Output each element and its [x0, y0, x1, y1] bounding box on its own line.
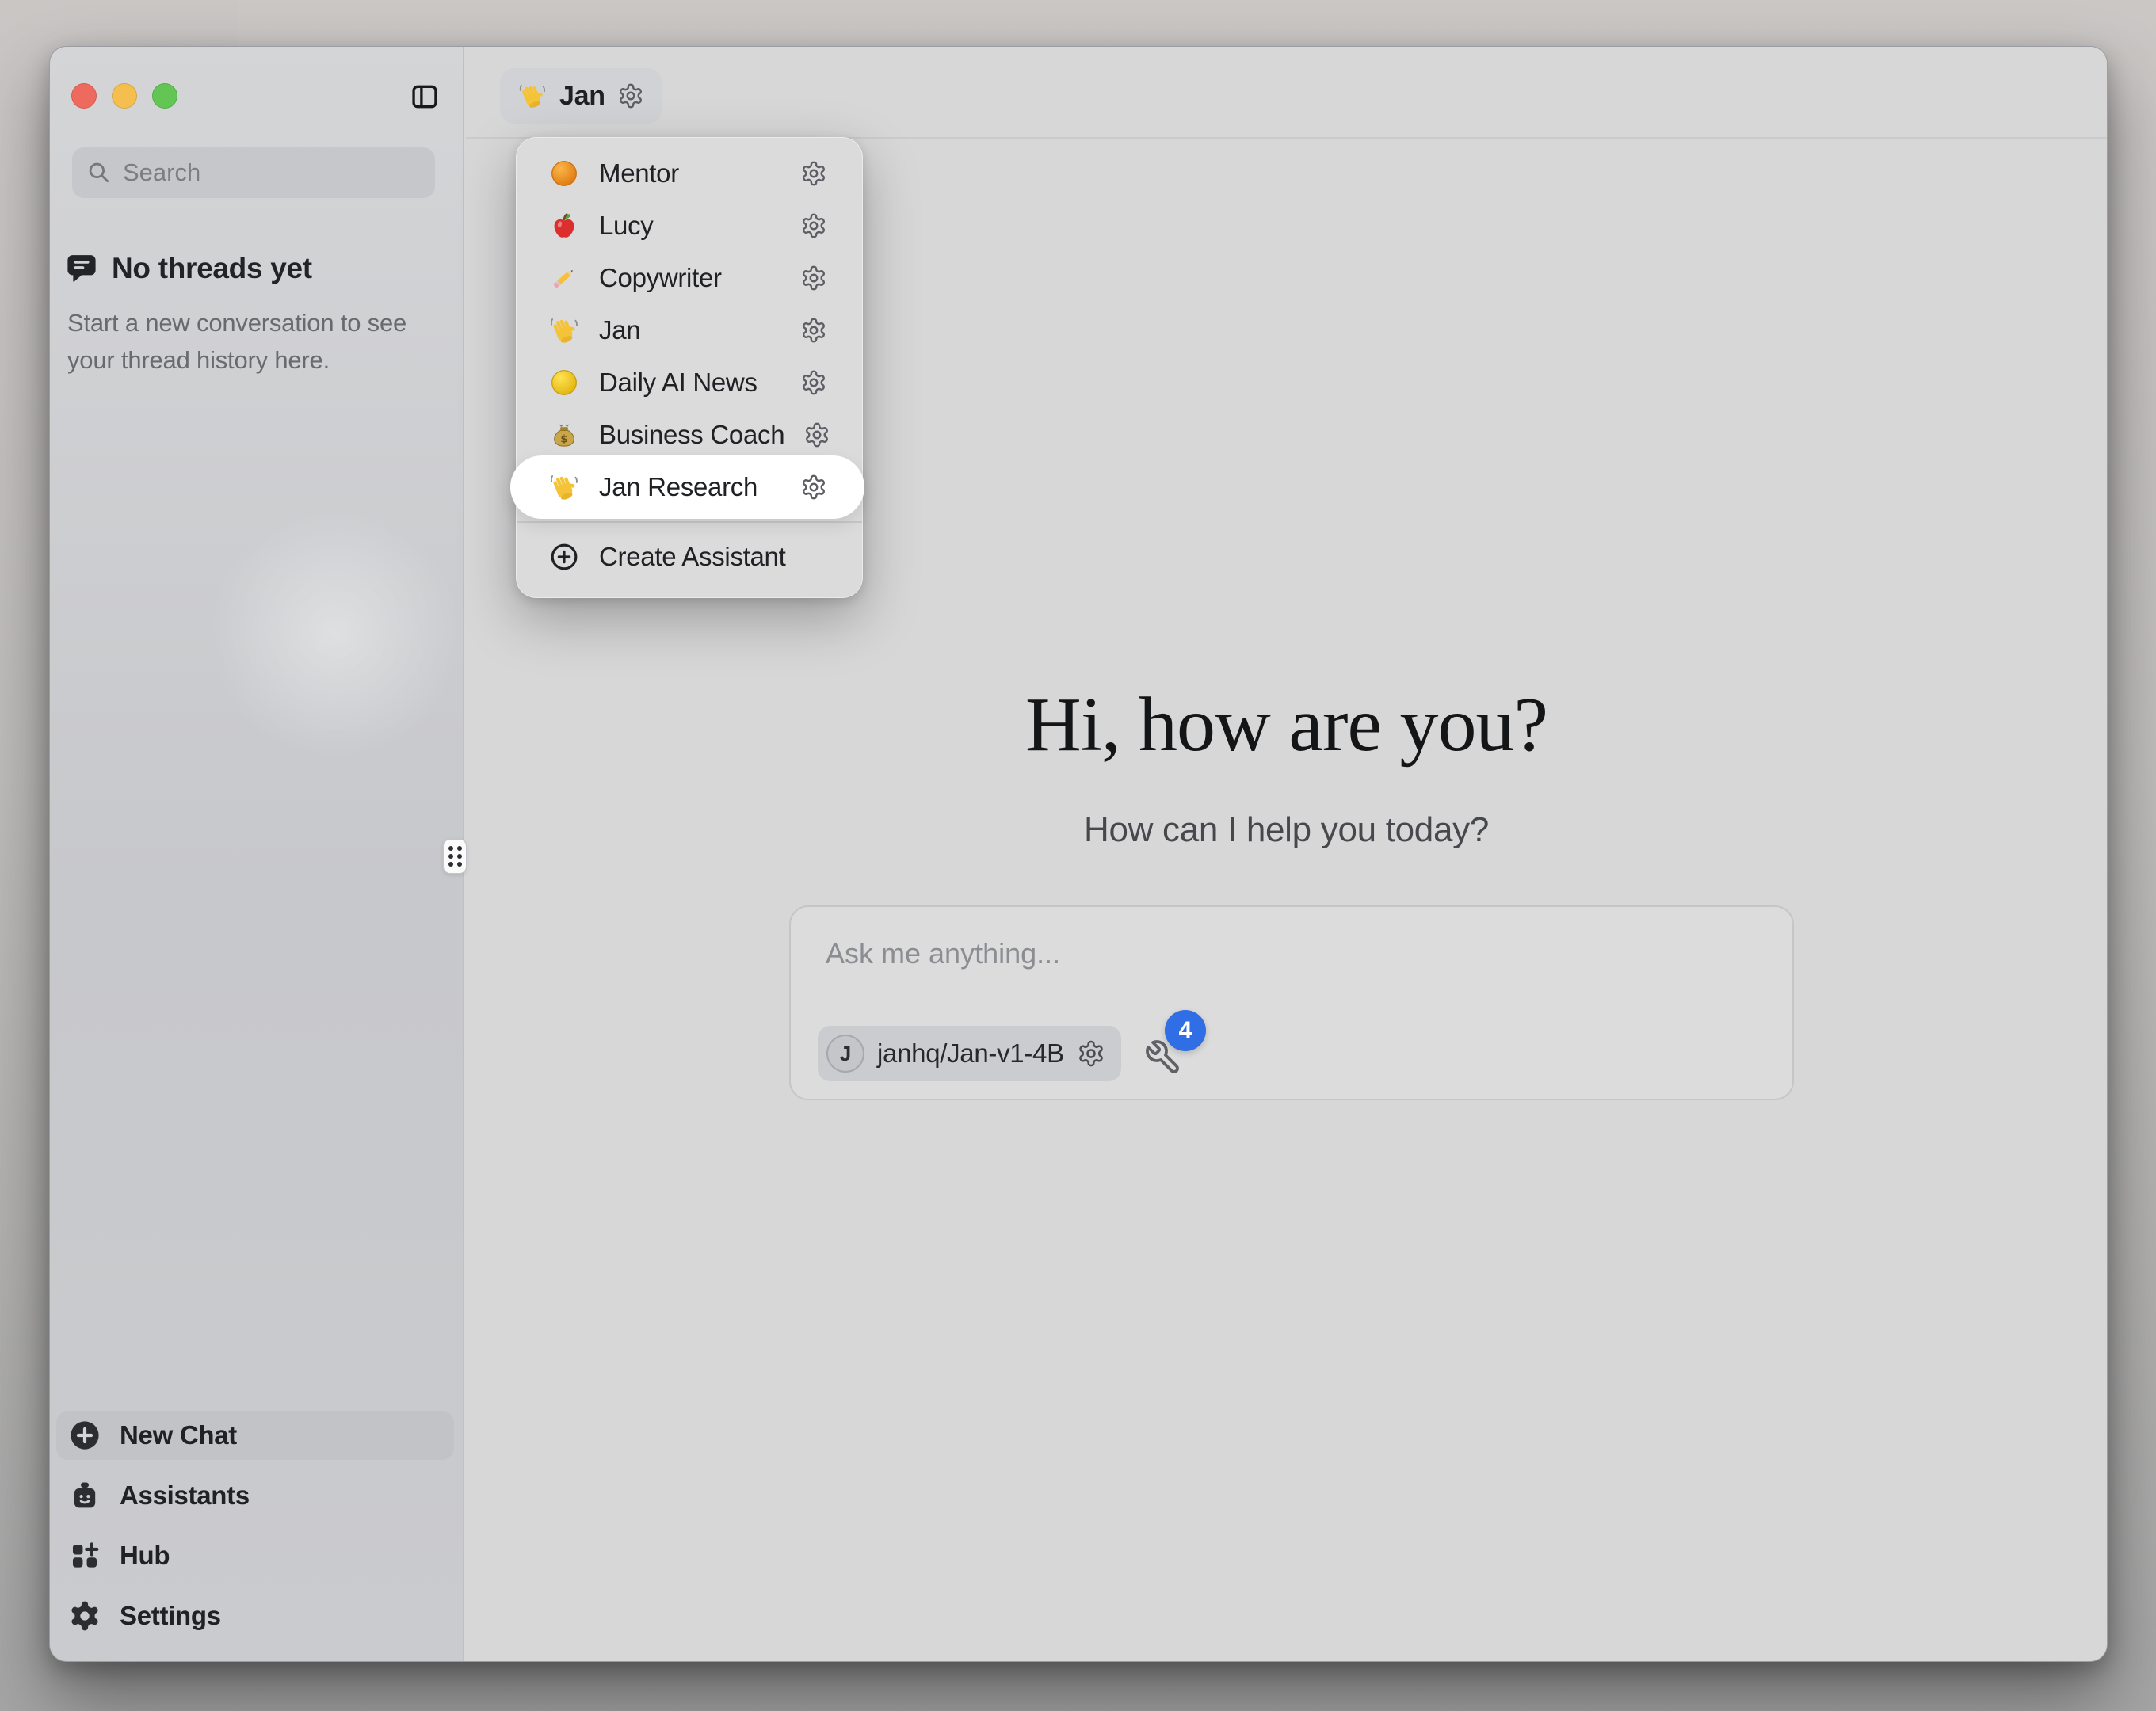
- greeting: Hi, how are you? How can I help you toda…: [466, 680, 2107, 850]
- empty-state-description: Start a new conversation to see your thr…: [67, 305, 437, 379]
- assistant-menu-item-label: Jan Research: [599, 472, 781, 502]
- empty-state-title: No threads yet: [112, 252, 312, 285]
- assistant-menu-item-jan[interactable]: Jan: [517, 304, 862, 356]
- assistant-menu-item-jan-research[interactable]: Jan Research: [517, 461, 862, 513]
- sidebar-item-assistants[interactable]: Assistants: [56, 1471, 454, 1520]
- sidebar-item-label: Settings: [120, 1601, 221, 1631]
- gear-icon[interactable]: [803, 421, 830, 448]
- assistant-menu-item-label: Mentor: [599, 158, 781, 189]
- main-panel: Jan Mentor Lucy Copywriter: [466, 47, 2107, 1661]
- sidebar-toggle-icon[interactable]: [410, 82, 440, 112]
- assistant-menu-item-mentor[interactable]: Mentor: [517, 147, 862, 200]
- chat-bubble-icon: [64, 251, 99, 286]
- money-bag-icon: [548, 419, 580, 451]
- waving-hand-icon: [548, 314, 580, 346]
- gear-icon: [67, 1599, 102, 1633]
- grid-plus-icon: [67, 1538, 102, 1573]
- sidebar-resize-handle[interactable]: [443, 839, 467, 874]
- search-input[interactable]: [123, 158, 421, 187]
- sidebar-item-label: Hub: [120, 1541, 170, 1571]
- create-assistant-button[interactable]: Create Assistant: [517, 531, 862, 583]
- sidebar-item-label: Assistants: [120, 1480, 250, 1511]
- gear-icon[interactable]: [800, 317, 827, 344]
- search-icon: [86, 160, 112, 185]
- sidebar-item-settings[interactable]: Settings: [56, 1591, 454, 1641]
- sidebar-item-label: New Chat: [120, 1420, 237, 1450]
- tools-count-badge: 4: [1165, 1010, 1206, 1051]
- waving-hand-icon: [548, 471, 580, 503]
- assistant-menu-item-label: Copywriter: [599, 263, 781, 293]
- assistant-menu-item-label: Jan: [599, 315, 781, 345]
- assistant-selector-chip[interactable]: Jan: [500, 68, 662, 124]
- sidebar: No threads yet Start a new conversation …: [50, 47, 464, 1661]
- greeting-subtitle: How can I help you today?: [466, 810, 2107, 850]
- threads-empty-state: No threads yet Start a new conversation …: [64, 251, 437, 379]
- assistant-menu-item-label: Business Coach: [599, 420, 784, 450]
- model-selector-chip[interactable]: J janhq/Jan-v1-4B: [818, 1026, 1121, 1081]
- orange-circle-icon: [548, 158, 580, 189]
- assistant-settings-icon[interactable]: [617, 82, 644, 109]
- assistant-menu-item-business-coach[interactable]: Business Coach: [517, 409, 862, 461]
- search-bar[interactable]: [72, 147, 435, 198]
- message-input[interactable]: [826, 937, 1757, 970]
- create-assistant-label: Create Assistant: [599, 542, 785, 572]
- gear-icon[interactable]: [800, 212, 827, 239]
- menu-divider: [517, 521, 862, 523]
- sidebar-nav: New Chat Assistants Hub Settings: [56, 1411, 454, 1652]
- assistant-dropdown-menu: Mentor Lucy Copywriter Jan Daily AI News: [516, 137, 863, 598]
- assistant-menu-item-daily-ai-news[interactable]: Daily AI News: [517, 356, 862, 409]
- model-settings-icon[interactable]: [1077, 1039, 1105, 1068]
- gear-icon[interactable]: [800, 160, 827, 187]
- main-header: Jan: [466, 47, 2107, 139]
- assistant-menu-item-copywriter[interactable]: Copywriter: [517, 252, 862, 304]
- zoom-window-button[interactable]: [152, 83, 177, 109]
- sidebar-item-new-chat[interactable]: New Chat: [56, 1411, 454, 1460]
- app-window: No threads yet Start a new conversation …: [49, 46, 2108, 1662]
- composer-card[interactable]: J janhq/Jan-v1-4B 4: [789, 905, 1794, 1100]
- plus-circle-outline-icon: [548, 541, 580, 573]
- assistant-menu-item-label: Lucy: [599, 211, 781, 241]
- assistant-bot-icon: [67, 1478, 102, 1513]
- assistant-menu-item-lucy[interactable]: Lucy: [517, 200, 862, 252]
- plus-circle-icon: [67, 1418, 102, 1453]
- greeting-title: Hi, how are you?: [466, 680, 2107, 769]
- gear-icon[interactable]: [800, 369, 827, 396]
- tools-button[interactable]: 4: [1139, 1010, 1234, 1089]
- sidebar-logo-glow: [161, 459, 509, 807]
- sidebar-item-hub[interactable]: Hub: [56, 1531, 454, 1580]
- yellow-circle-icon: [548, 367, 580, 398]
- window-controls: [71, 83, 177, 109]
- model-avatar: J: [826, 1035, 864, 1073]
- gear-icon[interactable]: [800, 265, 827, 292]
- gear-icon[interactable]: [800, 474, 827, 501]
- minimize-window-button[interactable]: [112, 83, 137, 109]
- red-apple-icon: [548, 210, 580, 242]
- assistant-menu-item-label: Daily AI News: [599, 368, 781, 398]
- waving-hand-icon: [517, 81, 548, 111]
- close-window-button[interactable]: [71, 83, 97, 109]
- pencil-icon: [548, 262, 580, 294]
- assistant-selector-label: Jan: [559, 81, 605, 112]
- model-name: janhq/Jan-v1-4B: [877, 1038, 1064, 1069]
